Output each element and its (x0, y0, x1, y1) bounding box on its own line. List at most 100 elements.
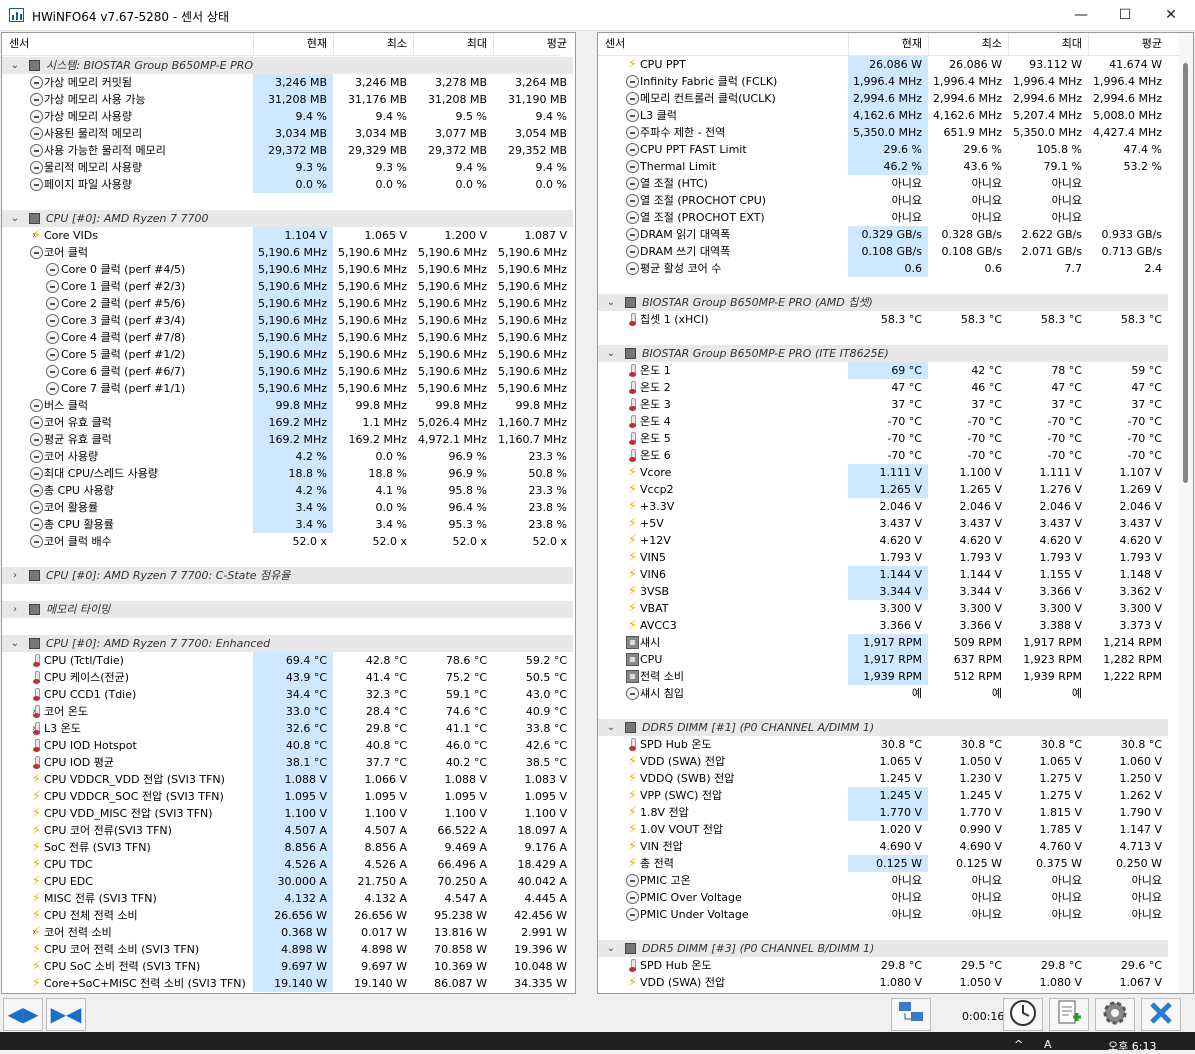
sensor-row[interactable]: SPD Hub 온도 29.8 °C 29.5 °C 29.8 °C 29.6 °C (598, 957, 1168, 974)
report-icon[interactable] (1049, 998, 1089, 1031)
sensor-row[interactable]: CPU (Tctl/Tdie) 69.4 °C 42.8 °C 78.6 °C 59.2… (2, 652, 573, 669)
collapse-chevron-icon[interactable]: ⌄ (10, 635, 20, 652)
sensor-row[interactable]: Core 2 클럭 (perf #5/6) 5,190.6 MHz 5,190.6 … (2, 295, 573, 312)
sensor-row[interactable]: ⚡ CPU EDC 30.000 A 21.750 A 70.250 A 40.042 A (2, 873, 573, 890)
expand-chevron-icon[interactable]: › (10, 601, 20, 618)
sensor-row[interactable]: ⚡ Core+SoC+MISC 전력 소비 (SVI3 TFN) 19.140 W 1… (2, 975, 573, 992)
sensor-row[interactable]: ⚡ CPU VDDCR_SOC 전압 (SVI3 TFN) 1.095 V 1.095… (2, 788, 573, 805)
right-scrollbar[interactable] (1179, 33, 1193, 993)
sensor-row[interactable]: CPU 케이스(전균) 43.9 °C 41.4 °C 75.2 °C 50.5 °C (2, 669, 573, 686)
sensor-row[interactable]: 가상 메모리 커밋됨 3,246 MB 3,246 MB 3,278 MB 3,264 … (2, 74, 573, 91)
sensor-row[interactable]: ›코어 클럭 배수52.0 x52.0 x52.0 x52.0 x (2, 533, 573, 550)
scrollbar-thumb[interactable] (1183, 63, 1188, 483)
left-sensor-pane[interactable]: 센서 현재 최소 최대 평균 ⌄ 시스템: BIOSTAR Group B650M… (1, 32, 576, 994)
column-min[interactable]: 최소 (928, 33, 1008, 55)
sensor-group-header[interactable]: ⌄ CPU [#0]: AMD Ryzen 7 7700: Enhanced (2, 635, 573, 652)
sensor-row[interactable]: 사용된 물리적 메모리 3,034 MB 3,034 MB 3,077 MB 3,054… (2, 125, 573, 142)
sensor-group-header[interactable]: ⌄ 시스템: BIOSTAR Group B650MP-E PRO (2, 57, 573, 74)
sensor-row[interactable]: ⚡ CPU 코어 전류(SVI3 TFN) 4.507 A 4.507 A 66.522… (2, 822, 573, 839)
expand-chevron-icon[interactable]: › (10, 567, 20, 584)
sensor-row[interactable]: ⚡ SoC 전류 (SVI3 TFN) 8.856 A 8.856 A 9.469 A 9… (2, 839, 573, 856)
sensor-row[interactable]: ⚡ VIN 전압 4.690 V 4.690 V 4.760 V 4.713 V (598, 838, 1168, 855)
sensor-row[interactable]: 섀시 1,917 RPM 509 RPM 1,917 RPM 1,214 RPM (598, 634, 1168, 651)
collapse-chevron-icon[interactable]: ⌄ (606, 719, 616, 736)
sensor-row[interactable]: 열 조절 (PROCHOT CPU) 아니요 아니요 아니요 (598, 192, 1168, 209)
sensor-group-header[interactable]: › CPU [#0]: AMD Ryzen 7 7700: C-State 점유율 (2, 567, 573, 584)
maximize-button[interactable]: ☐ (1102, 0, 1148, 31)
sensor-row[interactable]: ⚡ 1.0V VOUT 전압 1.020 V 0.990 V 1.785 V 1.147 … (598, 821, 1168, 838)
sensor-row[interactable]: PMIC Over Voltage 아니요 아니요 아니요 아니요 (598, 889, 1168, 906)
sensor-row[interactable]: CPU IOD 평균 38.1 °C 37.7 °C 40.2 °C 38.5 °C (2, 754, 573, 771)
sensor-row[interactable]: CPU 1,917 RPM 637 RPM 1,923 RPM 1,282 RPM (598, 651, 1168, 668)
sensor-row[interactable]: 가상 메모리 사용량 9.4 % 9.4 % 9.5 % 9.4 % (2, 108, 573, 125)
sensor-row[interactable]: ⚡ CPU SoC 소비 전력 (SVI3 TFN) 9.697 W 9.697 W 1… (2, 958, 573, 975)
column-max[interactable]: 최대 (413, 33, 493, 55)
collapse-chevron-icon[interactable]: ⌄ (606, 345, 616, 362)
sensor-row[interactable]: Core 6 클럭 (perf #6/7) 5,190.6 MHz 5,190.6 … (2, 363, 573, 380)
column-avg[interactable]: 평균 (1088, 33, 1168, 55)
sensor-row[interactable]: 총 CPU 사용량 4.2 % 4.1 % 95.8 % 23.3 % (2, 482, 573, 499)
sensor-row[interactable]: › ⚡ Core VIDs 1.104 V 1.065 V 1.200 V 1.087 V (2, 227, 573, 244)
sensor-row[interactable]: CPU IOD Hotspot 40.8 °C 40.8 °C 46.0 °C 42.6… (2, 737, 573, 754)
sensor-group-header[interactable]: ⌄ CPU [#0]: AMD Ryzen 7 7700 (2, 210, 573, 227)
sensor-row[interactable]: PMIC Under Voltage 아니요 아니요 아니요 아니요 (598, 906, 1168, 923)
network-icon[interactable] (891, 998, 931, 1031)
sensor-row[interactable]: ⚡ VIN6 1.144 V 1.144 V 1.155 V 1.148 V (598, 566, 1168, 583)
collapse-chevron-icon[interactable]: ⌄ (10, 57, 20, 74)
sensor-row[interactable]: 온도 1 69 °C 42 °C 78 °C 59 °C (598, 362, 1168, 379)
sensor-group-header[interactable]: ⌄ DDR5 DIMM [#1] (P0 CHANNEL A/DIMM 1) (598, 719, 1168, 736)
column-min[interactable]: 최소 (333, 33, 413, 55)
sensor-row[interactable]: 물리적 메모리 사용량 9.3 % 9.3 % 9.4 % 9.4 % (2, 159, 573, 176)
sensor-row[interactable]: ⚡ VDD (SWA) 전압 1.065 V 1.050 V 1.065 V 1.060 … (598, 753, 1168, 770)
collapse-chevron-icon[interactable]: ⌄ (606, 940, 616, 957)
sensor-row[interactable]: ⚡ Vccp2 1.265 V 1.265 V 1.276 V 1.269 V (598, 481, 1168, 498)
sensor-row[interactable]: ⚡ CPU VDDCR_VDD 전압 (SVI3 TFN) 1.088 V 1.066… (2, 771, 573, 788)
nav-back-button[interactable]: ◀▶ (3, 998, 43, 1031)
sensor-row[interactable]: 칩셋 1 (xHCI) 58.3 °C 58.3 °C 58.3 °C 58.3 °C (598, 311, 1168, 328)
sensor-row[interactable]: ⚡ +5V 3.437 V 3.437 V 3.437 V 3.437 V (598, 515, 1168, 532)
sensor-row[interactable]: Core 7 클럭 (perf #1/1) 5,190.6 MHz 5,190.6 … (2, 380, 573, 397)
sensor-row[interactable]: DRAM 쓰기 대역폭 0.108 GB/s 0.108 GB/s 2.071 GB/… (598, 243, 1168, 260)
sensor-row[interactable]: 페이지 파일 사용량 0.0 % 0.0 % 0.0 % 0.0 % (2, 176, 573, 193)
sensor-row[interactable]: ⚡ MISC 전류 (SVI3 TFN) 4.132 A 4.132 A 4.547 A… (2, 890, 573, 907)
sensor-row[interactable]: 주파수 제한 - 전역 5,350.0 MHz 651.9 MHz 5,350.0 M… (598, 124, 1168, 141)
sensor-row[interactable]: ⚡ CPU 전체 전력 소비 26.656 W 26.656 W 95.238 W 42.… (2, 907, 573, 924)
sensor-row[interactable]: 버스 클럭 99.8 MHz 99.8 MHz 99.8 MHz 99.8 MHz (2, 397, 573, 414)
collapse-chevron-icon[interactable]: ⌄ (10, 210, 20, 227)
sensor-row[interactable]: SPD Hub 온도 30.8 °C 30.8 °C 30.8 °C 30.8 °C (598, 736, 1168, 753)
sensor-row[interactable]: 전력 소비 1,939 RPM 512 RPM 1,939 RPM 1,222 RPM (598, 668, 1168, 685)
sensor-row[interactable]: ⚡ VBAT 3.300 V 3.300 V 3.300 V 3.300 V (598, 600, 1168, 617)
sensor-row[interactable]: Infinity Fabric 클럭 (FCLK) 1,996.4 MHz 1,99… (598, 73, 1168, 90)
sensor-row[interactable]: ⚡ +12V 4.620 V 4.620 V 4.620 V 4.620 V (598, 532, 1168, 549)
column-avg[interactable]: 평균 (493, 33, 573, 55)
sensor-group-header[interactable]: ⌄ BIOSTAR Group B650MP-E PRO (AMD 칩셋) (598, 294, 1168, 311)
sensor-row[interactable]: 온도 5 -70 °C -70 °C -70 °C -70 °C (598, 430, 1168, 447)
sensor-row[interactable]: Thermal Limit 46.2 % 43.6 % 79.1 % 53.2 % (598, 158, 1168, 175)
column-sensor[interactable]: 센서 (598, 33, 848, 55)
column-max[interactable]: 최대 (1008, 33, 1088, 55)
sensor-row[interactable]: ⚡ VPP (SWC) 전압 1.245 V 1.245 V 1.275 V 1.262 … (598, 787, 1168, 804)
sensor-row[interactable]: Core 4 클럭 (perf #7/8) 5,190.6 MHz 5,190.6 … (2, 329, 573, 346)
sensor-row[interactable]: 온도 3 37 °C 37 °C 37 °C 37 °C (598, 396, 1168, 413)
column-sensor[interactable]: 센서 (2, 33, 253, 55)
sensor-row[interactable]: › ⚡ 코어 전력 소비 0.368 W 0.017 W 13.816 W 2.991 W (2, 924, 573, 941)
sensor-row[interactable]: 메모리 컨트롤러 클럭(UCLK) 2,994.6 MHz 2,994.6 MHz 2… (598, 90, 1168, 107)
sensor-row[interactable]: 가상 메모리 사용 가능 31,208 MB 31,176 MB 31,208 MB 3… (2, 91, 573, 108)
column-current[interactable]: 현재 (253, 33, 333, 55)
sensor-row[interactable]: ⚡ CPU PPT 26.086 W 26.086 W 93.112 W 41.674 W (598, 56, 1168, 73)
sensor-row[interactable]: 사용 가능한 물리적 메모리 29,372 MB 29,329 MB 29,372 M… (2, 142, 573, 159)
sensor-row[interactable]: ⚡ CPU VDD_MISC 전압 (SVI3 TFN) 1.100 V 1.100 … (2, 805, 573, 822)
sensor-row[interactable]: 온도 4 -70 °C -70 °C -70 °C -70 °C (598, 413, 1168, 430)
settings-gear-icon[interactable] (1095, 998, 1135, 1031)
taskbar-clock[interactable]: 오후 6:13 (1108, 1038, 1156, 1054)
sensor-row[interactable]: Core 1 클럭 (perf #2/3) 5,190.6 MHz 5,190.6 … (2, 278, 573, 295)
sensor-group-header[interactable]: › 메모리 타이밍 (2, 601, 573, 618)
sensor-row[interactable]: ⚡ 3VSB 3.344 V 3.344 V 3.366 V 3.362 V (598, 583, 1168, 600)
sensor-row[interactable]: 섀시 침입 예 예 예 (598, 685, 1168, 702)
sensor-row[interactable]: ›코어 유효 클럭169.2 MHz1.1 MHz5,026.4 MHz1,16… (2, 414, 573, 431)
sensor-row[interactable]: 총 CPU 활용률 3.4 % 3.4 % 95.3 % 23.8 % (2, 516, 573, 533)
minimize-button[interactable]: — (1058, 0, 1104, 31)
sensor-row[interactable]: › L3 온도 32.6 °C 29.8 °C 41.1 °C 33.8 °C (2, 720, 573, 737)
clock-icon[interactable] (1003, 998, 1043, 1031)
sensor-row[interactable]: ⚡ CPU 코어 전력 소비 (SVI3 TFN) 4.898 W 4.898 W 70… (2, 941, 573, 958)
